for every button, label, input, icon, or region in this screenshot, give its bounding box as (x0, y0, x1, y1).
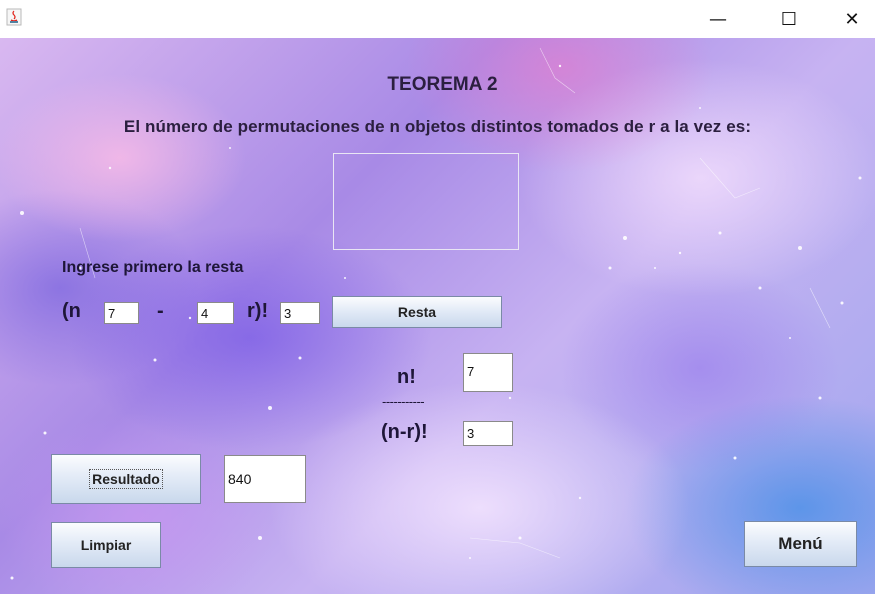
maximize-button[interactable]: ☐ (766, 0, 812, 38)
result-button[interactable]: Resultado (51, 454, 201, 504)
app-window: — ☐ ✕ TEOREMA 2 El número de permutacion… (0, 0, 875, 594)
formula-image-area (333, 153, 519, 250)
title-bar: — ☐ ✕ (0, 0, 875, 38)
n-minus-r-factorial-field[interactable]: 3 (463, 421, 513, 446)
minimize-button[interactable]: — (695, 0, 741, 38)
page-title: TEOREMA 2 (387, 74, 498, 95)
r-input[interactable]: 4 (197, 302, 234, 324)
instruction-label: Ingrese primero la resta (62, 259, 244, 276)
menu-button[interactable]: Menú (744, 521, 857, 567)
theorem-statement: El número de permutaciones de n objetos … (123, 117, 752, 136)
n-input[interactable]: 7 (104, 302, 139, 324)
n-label: (n (62, 300, 81, 322)
result-field[interactable]: 840 (224, 455, 306, 503)
n-factorial-field[interactable]: 7 (463, 353, 513, 392)
close-button[interactable]: ✕ (829, 0, 875, 38)
java-icon (6, 8, 22, 26)
n-minus-r-factorial-label: (n-r)! (381, 421, 428, 443)
r-label: r)! (247, 300, 269, 322)
result-button-label: Resultado (89, 469, 163, 489)
fraction-divider: ----------- (382, 394, 425, 409)
clear-button[interactable]: Limpiar (51, 522, 161, 568)
n-factorial-label: n! (397, 366, 416, 388)
main-panel: TEOREMA 2 El número de permutaciones de … (0, 38, 875, 594)
minus-label: - (157, 300, 164, 322)
subtraction-result-field[interactable]: 3 (280, 302, 320, 324)
subtract-button[interactable]: Resta (332, 296, 502, 328)
